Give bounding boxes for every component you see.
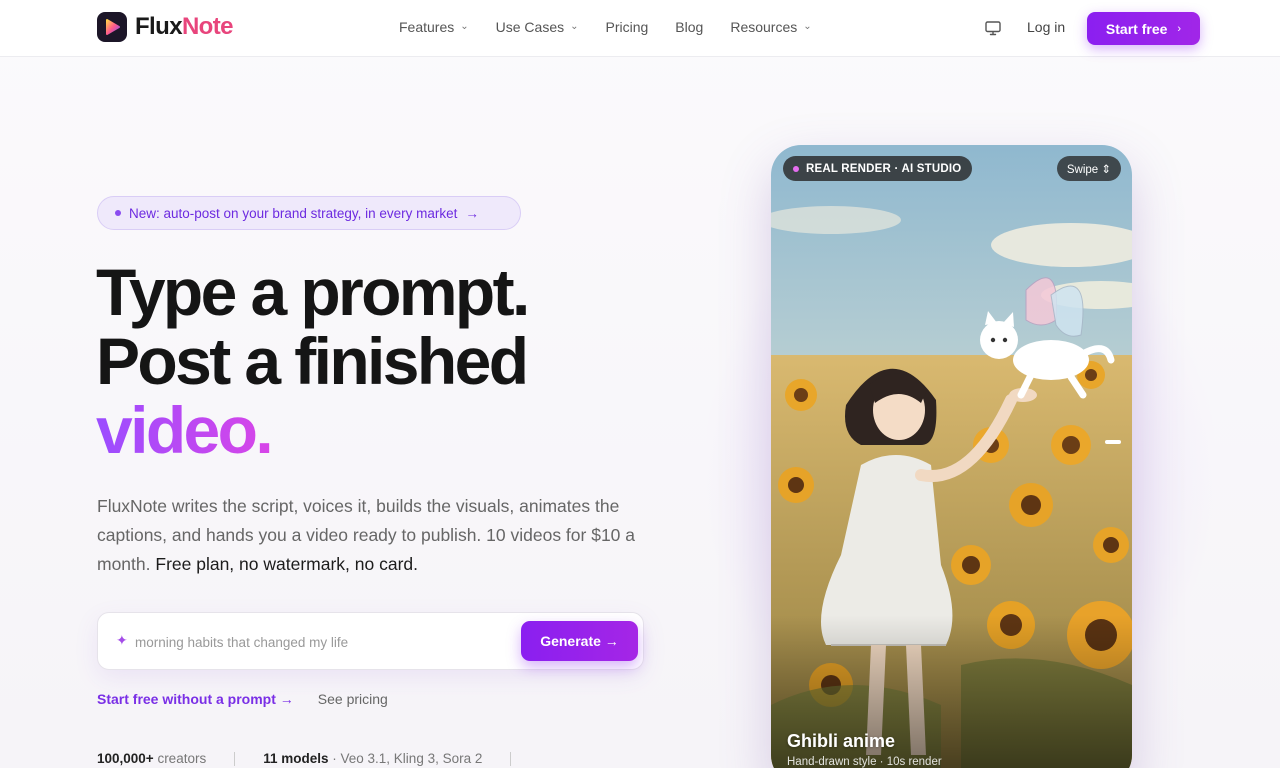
nav-use-cases[interactable]: Use Cases ⌄ — [496, 19, 579, 35]
chevron-down-icon: ⌄ — [460, 20, 469, 32]
hero-links: Start free without a prompt → See pricin… — [97, 691, 388, 707]
top-navbar: FluxNote Features ⌄ Use Cases ⌄ Pricing Bl… — [0, 0, 1280, 57]
arrow-right-icon: → — [465, 205, 479, 221]
chevron-right-icon: › — [1177, 22, 1182, 35]
chevron-down-icon: ⌄ — [570, 20, 579, 32]
see-pricing-link[interactable]: See pricing — [318, 691, 388, 707]
hero-subtext: FluxNote writes the script, voices it, b… — [97, 496, 636, 574]
stat-divider — [234, 751, 236, 766]
nav-resources[interactable]: Resources ⌄ — [730, 19, 811, 35]
hero-headline: Type a prompt. Post a finished video. — [96, 255, 530, 467]
preview-subtitle: Hand-drawn style · 10s render — [787, 756, 942, 768]
brand-logo[interactable]: FluxNote — [97, 12, 233, 42]
generate-button[interactable]: Generate → — [521, 621, 638, 661]
badge-dot — [115, 210, 121, 216]
nav-pricing[interactable]: Pricing — [606, 19, 649, 35]
stat-models: 11 models · Veo 3.1, Kling 3, Sora 2 — [263, 751, 483, 766]
stat-creators: 100,000+ creators — [97, 751, 207, 766]
video-preview-card[interactable]: REAL RENDER · AI STUDIO Swipe ⇕ Ghibli a… — [771, 145, 1132, 768]
nav-blog[interactable]: Blog — [675, 19, 703, 35]
start-free-button[interactable]: Start free › — [1087, 12, 1200, 45]
hero-subtext-emphasis: Free plan, no watermark, no card. — [155, 554, 418, 574]
stats-row: 100,000+ creators 11 models · Veo 3.1, K… — [97, 751, 539, 766]
record-dot-icon — [793, 165, 799, 172]
pager-indicator[interactable] — [1105, 440, 1121, 444]
swipe-button[interactable]: Swipe ⇕ — [1056, 156, 1121, 181]
preview-title: Ghibli anime — [787, 731, 896, 751]
monitor-icon[interactable] — [984, 19, 1002, 37]
chevron-down-icon: ⌄ — [803, 20, 812, 32]
stat-divider — [510, 751, 512, 766]
announcement-badge[interactable]: New: auto-post on your brand strategy, i… — [97, 196, 521, 230]
prompt-input[interactable] — [135, 631, 505, 653]
headline-line-2: Post a finished — [96, 324, 529, 398]
login-link[interactable]: Log in — [1027, 19, 1065, 35]
anime-scene-illustration — [771, 145, 1132, 768]
headline-line-3: video. — [96, 393, 274, 467]
headline-line-1: Type a prompt. — [96, 255, 530, 329]
nav-features[interactable]: Features ⌄ — [399, 19, 469, 35]
brand-name: FluxNote — [135, 13, 233, 40]
start-free-no-prompt-link[interactable]: Start free without a prompt → — [97, 691, 294, 707]
play-logo-icon — [97, 12, 127, 42]
sparkle-icon: ✦ — [116, 632, 128, 648]
prompt-box: ✦ Generate → — [97, 612, 644, 670]
main-nav: Features ⌄ Use Cases ⌄ Pricing Blog Resour… — [399, 19, 839, 35]
render-tag: REAL RENDER · AI STUDIO — [783, 156, 973, 181]
